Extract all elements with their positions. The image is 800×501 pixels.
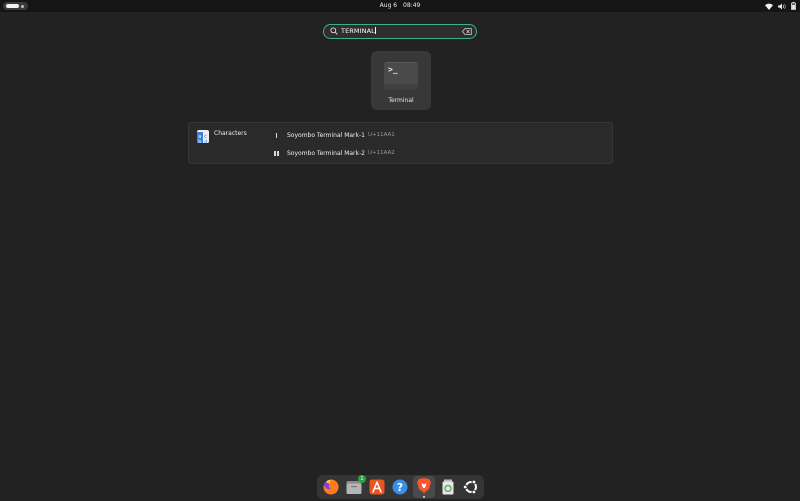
dock-item-brave[interactable]	[413, 476, 435, 498]
dock: 1 ?	[317, 475, 484, 499]
character-code: U+11AA2	[367, 150, 395, 156]
character-name: Soyombo Terminal Mark-2	[287, 149, 365, 157]
app-label: Terminal	[388, 97, 414, 104]
character-name: Soyombo Terminal Mark-1	[287, 131, 365, 139]
clock-time: 08:49	[403, 2, 421, 9]
dock-item-app-center[interactable]	[368, 478, 386, 496]
terminal-icon: >_	[384, 62, 418, 90]
trash-icon	[442, 479, 454, 495]
character-code: U+11AA1	[367, 132, 395, 138]
svg-text:d: d	[204, 140, 207, 144]
top-bar: Aug 6 08:49	[0, 0, 800, 12]
battery-icon	[791, 2, 796, 10]
system-tray[interactable]	[765, 1, 796, 11]
dock-item-firefox[interactable]	[322, 478, 340, 496]
soyombo-mark-2-glyph	[274, 150, 279, 156]
help-icon: ?	[392, 479, 408, 495]
terminal-prompt-glyph: >_	[388, 65, 398, 74]
character-result-2[interactable]: Soyombo Terminal Mark-2 U+11AA2	[274, 148, 395, 158]
files-notification-badge: 1	[358, 475, 366, 483]
search-query-text: TERMINAL	[341, 27, 375, 35]
svg-text:b: b	[198, 140, 201, 144]
search-input[interactable]: TERMINAL	[323, 24, 477, 39]
clear-icon[interactable]	[462, 28, 472, 35]
provider-name: Characters	[214, 130, 247, 137]
text-caret	[375, 27, 377, 34]
app-center-icon	[369, 479, 385, 495]
ubuntu-logo-icon	[462, 479, 477, 495]
dock-item-trash[interactable]	[439, 478, 457, 496]
search-query: TERMINAL	[341, 25, 377, 38]
app-result-terminal[interactable]: >_ Terminal	[371, 51, 431, 110]
dock-item-files[interactable]: 1	[345, 475, 366, 496]
search-icon	[330, 27, 338, 35]
firefox-icon	[323, 479, 339, 495]
brave-icon	[417, 478, 431, 493]
clock-date: Aug 6	[379, 2, 398, 9]
volume-icon	[778, 3, 786, 9]
running-indicator	[423, 496, 425, 498]
clock[interactable]: Aug 6 08:49	[0, 1, 800, 11]
character-result-1[interactable]: Soyombo Terminal Mark-1 U+11AA1	[274, 130, 395, 140]
search-provider-characters: a b c d Characters Soyombo Terminal Mark…	[188, 122, 613, 164]
dock-item-help[interactable]: ?	[391, 478, 409, 496]
dock-item-show-apps[interactable]	[462, 478, 480, 496]
wifi-icon	[765, 3, 773, 10]
terminal-icon-base	[384, 84, 418, 90]
characters-app-icon[interactable]: a b c d	[197, 130, 209, 143]
characters-icon-graphic: a b c d	[197, 132, 209, 143]
svg-text:?: ?	[397, 481, 403, 494]
soyombo-mark-1-glyph	[274, 132, 279, 138]
